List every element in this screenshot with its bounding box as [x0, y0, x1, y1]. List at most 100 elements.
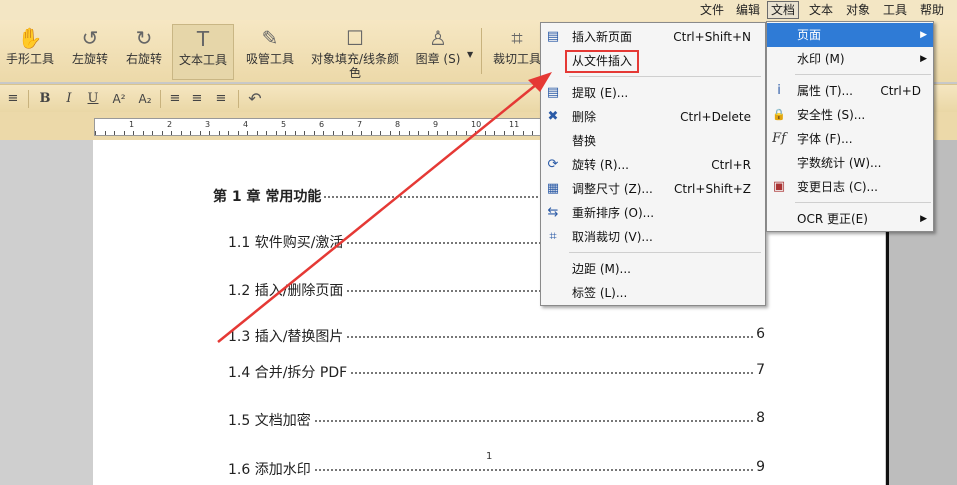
toc-title: 1.3 插入/替换图片: [228, 329, 346, 345]
tool-button-7[interactable]: ⌗ 裁切工具: [486, 24, 548, 80]
ruler-tick: [389, 131, 391, 135]
ruler-tick: [418, 131, 419, 135]
ruler-tick: [256, 131, 258, 135]
tool-button-0[interactable]: ✋ 手形工具: [2, 24, 58, 80]
document-menu-item-c[interactable]: ▣ 变更日志 (C)...: [767, 175, 933, 199]
toc-entry[interactable]: 1.6 添加水印 9: [228, 459, 765, 479]
align-center-icon[interactable]: ≡: [188, 89, 206, 109]
document-menu-item-f[interactable]: Ff 字体 (F)...: [767, 127, 933, 151]
tool-label: 手形工具: [5, 52, 54, 66]
menu-item-shortcut: Ctrl+D: [880, 84, 921, 98]
toc-entry[interactable]: 1.5 文档加密 8: [228, 410, 765, 430]
menubar-item-3[interactable]: 文本: [806, 1, 836, 19]
ruler-tick: [313, 131, 315, 135]
ruler-tick: [494, 131, 495, 135]
italic-button[interactable]: I: [60, 89, 78, 109]
ruler-tick: [123, 131, 125, 135]
menu-item-label: 取消裁切 (V)...: [572, 230, 653, 244]
ruler-tick-label: 4: [243, 120, 249, 129]
menu-item-label: 页面: [797, 28, 822, 42]
ruler-tick: [104, 131, 106, 135]
uncrop-icon: ⌗: [549, 229, 557, 244]
page-menu-item-m[interactable]: 边距 (M)...: [541, 257, 765, 281]
document-menu-item-s[interactable]: 🔒 安全性 (S)...: [767, 103, 933, 127]
document-menu-item-m[interactable]: 水印 (M) ▶: [767, 47, 933, 71]
undo-icon[interactable]: ↶: [244, 89, 266, 109]
toc-title: 1.1 软件购买/激活: [228, 235, 346, 251]
page-menu-item-v[interactable]: ⌗ 取消裁切 (V)...: [541, 225, 765, 249]
menubar-item-4[interactable]: 对象: [843, 1, 873, 19]
menu-item-label: 提取 (E)...: [572, 86, 629, 100]
underline-button[interactable]: U: [84, 89, 102, 109]
tool-button-6[interactable]: ♙ 图章 (S): [412, 24, 464, 80]
menu-item-label: 旋转 (R)...: [572, 158, 629, 172]
highlight-callout: [565, 50, 639, 73]
toc-entry[interactable]: 1.3 插入/替换图片 6: [228, 326, 765, 346]
menu-item-label: 安全性 (S)...: [797, 108, 866, 122]
ruler-tick: [332, 131, 334, 135]
page-menu-item-0-1[interactable]: 从文件插入: [541, 49, 765, 73]
menu-item-label: 属性 (T)...: [797, 84, 853, 98]
page-menu-item-0-0[interactable]: ▤ 插入新页面 Ctrl+Shift+N: [541, 25, 765, 49]
align-left-icon[interactable]: ≡: [166, 89, 184, 109]
page-menu-item-z[interactable]: ▦ 调整尺寸 (Z)... Ctrl+Shift+Z: [541, 177, 765, 201]
extract-icon: ▤: [546, 85, 560, 100]
toc-title: 1.4 合并/拆分 PDF: [228, 365, 350, 381]
toc-title: 1.2 插入/删除页面: [228, 283, 346, 299]
tool-button-2[interactable]: ↻ 右旋转: [120, 24, 168, 80]
document-menu: 页面 ▶ 水印 (M) ▶ i 属性 (T)... Ctrl+D 🔒 安全性 (S)... Ff 字…: [766, 21, 934, 232]
tool-button-4[interactable]: ✎ 吸管工具: [240, 24, 300, 80]
menubar-item-0[interactable]: 文件: [697, 1, 727, 19]
document-menu-item-ocr-e[interactable]: OCR 更正(E) ▶: [767, 207, 933, 231]
page-menu-item-1-2[interactable]: 替换: [541, 129, 765, 153]
menu-separator: [795, 202, 931, 203]
align-icon[interactable]: ≡: [4, 89, 22, 109]
menubar-item-2[interactable]: 文档: [767, 1, 800, 19]
page-menu-item-o[interactable]: ⇆ 重新排序 (O)...: [541, 201, 765, 225]
document-menu-item-0[interactable]: 页面 ▶: [767, 23, 933, 47]
ruler-tick-label: 1: [129, 120, 135, 129]
font-icon: Ff: [772, 131, 786, 146]
ruler-tick: [342, 131, 343, 135]
stamp-dropdown-icon[interactable]: ▼: [467, 50, 473, 59]
ruler-tick: [209, 131, 210, 135]
superscript-button[interactable]: A²: [108, 89, 130, 109]
page-menu-item-1-1[interactable]: ✖ 删除 Ctrl+Delete: [541, 105, 765, 129]
tool-button-3[interactable]: T 文本工具: [172, 24, 234, 80]
insert-page-icon: ▤: [546, 29, 560, 44]
menubar-item-6[interactable]: 帮助: [917, 1, 947, 19]
ruler-tick: [484, 131, 486, 135]
subscript-button[interactable]: A₂: [134, 89, 156, 109]
tool-button-1[interactable]: ↺ 左旋转: [66, 24, 114, 80]
page-menu-item-e[interactable]: ▤ 提取 (E)...: [541, 81, 765, 105]
delete-page-icon: ✖: [547, 109, 559, 124]
bold-button[interactable]: B: [36, 89, 54, 109]
document-menu-item-t[interactable]: i 属性 (T)... Ctrl+D: [767, 79, 933, 103]
ruler-tick: [408, 131, 410, 135]
document-menu-item-w[interactable]: 字数统计 (W)...: [767, 151, 933, 175]
menubar-item-1[interactable]: 编辑: [733, 1, 763, 19]
toc-entry[interactable]: 1.4 合并/拆分 PDF 7: [228, 362, 765, 382]
submenu-arrow-icon: ▶: [920, 54, 927, 64]
eyedropper-icon: ✎: [261, 26, 279, 50]
reorder-icon: ⇆: [547, 205, 559, 220]
ruler-tick: [190, 131, 191, 135]
menu-bar: 文件 编辑 文档 文本 对象 工具 帮助: [0, 0, 957, 20]
ruler-tick: [218, 131, 220, 135]
tool-label: 文本工具: [178, 53, 227, 67]
menu-item-label: 重新排序 (O)...: [572, 206, 655, 220]
menubar-item-5[interactable]: 工具: [880, 1, 910, 19]
menu-item-label: OCR 更正(E): [797, 212, 868, 226]
ruler-tick: [437, 131, 438, 135]
ruler-tick: [237, 131, 239, 135]
ruler-tick: [266, 131, 267, 135]
menu-item-shortcut: Ctrl+Shift+Z: [674, 182, 751, 196]
ruler-tick-label: 9: [433, 120, 439, 129]
stamp-icon: ♙: [429, 26, 447, 50]
page-menu-item-l[interactable]: 标签 (L)...: [541, 281, 765, 305]
toc-title: 第 1 章 常用功能: [213, 189, 324, 205]
align-right-icon[interactable]: ≡: [212, 89, 230, 109]
page-menu-item-r[interactable]: ⟳ 旋转 (R)... Ctrl+R: [541, 153, 765, 177]
tool-button-5[interactable]: ☐ 对象填充/线条颜色: [306, 24, 404, 80]
menu-item-label: 标签 (L)...: [572, 286, 628, 300]
